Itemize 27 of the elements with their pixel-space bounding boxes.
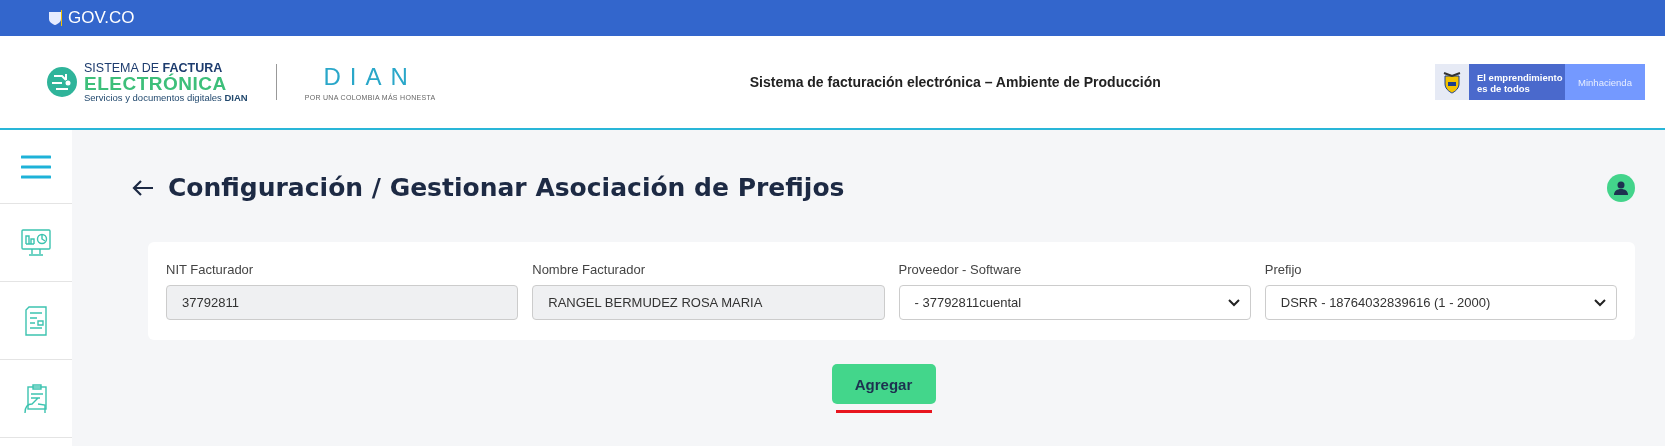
- field-label: NIT Facturador: [166, 262, 255, 277]
- agency-logo-text: DIAN: [323, 63, 417, 91]
- clipboard-hand-icon: [22, 383, 50, 414]
- add-button[interactable]: Agregar: [831, 364, 936, 404]
- field-label: Prefijo: [1264, 262, 1303, 277]
- field-label: Nombre Facturador: [532, 262, 646, 277]
- ministry-slogan: El emprendimiento es de todos: [1469, 64, 1565, 100]
- coat-of-arms-icon: [1435, 64, 1469, 100]
- gov-logo-text[interactable]: GOV.CO: [68, 8, 135, 28]
- monitor-chart-icon: [21, 228, 51, 257]
- page-title: Configuración / Gestionar Asociación de Prefijos: [168, 173, 846, 202]
- coat-of-arms-icon: [48, 10, 62, 26]
- user-avatar-icon[interactable]: [1607, 173, 1635, 202]
- brand-tagline: Servicios y documentos digitales DIAN: [84, 93, 248, 103]
- input-field[interactable]: 37792811: [166, 285, 519, 320]
- back-arrow-icon[interactable]: [132, 178, 154, 197]
- brand-title: SISTEMA DE FACTURA: [84, 61, 223, 74]
- field-label: Proveedor - Software: [898, 262, 1023, 277]
- document-icon: [24, 305, 48, 336]
- menu-icon: [21, 154, 51, 179]
- select-field[interactable]: DSRR - 18764032839616 (1 - 2000): [1264, 285, 1617, 320]
- chevron-down-icon: [1594, 298, 1606, 307]
- chevron-down-icon: [1227, 298, 1240, 307]
- select-field[interactable]: - 37792811cuental: [898, 285, 1251, 320]
- input-field[interactable]: RANGEL BERMUDEZ ROSA MARIA: [532, 285, 885, 320]
- ministry-name: Minhacienda: [1565, 64, 1645, 100]
- header-title: Sistema de facturación electrónica – Ambiente de Producción: [748, 74, 1162, 90]
